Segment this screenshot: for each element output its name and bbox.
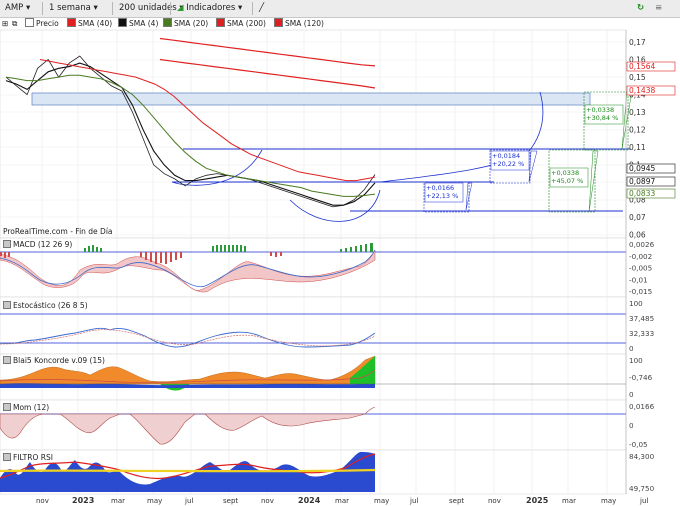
price-tag: 0,1564 — [629, 62, 655, 71]
panel-axis-label: 0,0166 — [629, 402, 655, 411]
annotation-text: +22,13 % — [426, 192, 458, 200]
annotation-text: +0,0184 — [492, 152, 520, 160]
panel-axis-label: 37,485 — [629, 314, 654, 323]
panel-axis-label: -0,015 — [629, 287, 652, 296]
legend-item-sma200[interactable]: SMA (200) — [216, 18, 266, 29]
price-axis-label: 0,11 — [629, 143, 646, 152]
panel-axis-label: 84,300 — [629, 452, 655, 461]
price-axis-label: 0,06 — [629, 231, 646, 240]
menu-icon[interactable]: ≡ — [652, 2, 665, 15]
price-tag: 0,1438 — [629, 86, 655, 95]
watermark: ProRealTime.com - Fin de Día — [3, 227, 113, 236]
draw-tool-icon: ╱ — [259, 3, 265, 13]
legend-lock-icon[interactable]: ⧉ — [12, 18, 17, 29]
refresh-icon[interactable]: ↻ — [634, 2, 647, 15]
price-axis-label: 0,12 — [629, 126, 646, 135]
time-axis-label: nov — [261, 497, 274, 505]
time-axis-label: 2023 — [72, 496, 94, 505]
time-axis-label: nov — [36, 497, 49, 505]
draw-tool-button[interactable]: ╱ — [256, 2, 267, 15]
period-selector[interactable]: 1 semana ▾ — [46, 2, 101, 15]
panel-title-momentum[interactable]: Mom (12) — [3, 403, 49, 413]
symbol-selector[interactable]: AMP ▾ — [2, 2, 33, 15]
time-axis-label: sept — [449, 497, 464, 505]
annotation-text: +20,22 % — [492, 160, 524, 168]
legend-item-sma20[interactable]: SMA (20) — [163, 18, 208, 29]
panel-axis-label: 100 — [629, 356, 643, 365]
legend-item-price[interactable]: Precio — [25, 18, 59, 29]
price-axis-label: 0,15 — [629, 73, 646, 82]
indicators-label: Indicadores — [186, 3, 236, 13]
time-axis-label: may — [147, 497, 162, 505]
panel-axis-label: -0,01 — [629, 275, 648, 284]
price-axis-label: 0,07 — [629, 213, 646, 222]
time-axis-label: may — [601, 497, 616, 505]
time-axis-label: jul — [184, 497, 193, 505]
panel-axis-label: 0 — [629, 344, 634, 353]
legend-item-sma40[interactable]: SMA (40) — [67, 18, 112, 29]
panel-axis-label: -0,05 — [629, 440, 648, 449]
panel-title-rsi-filter[interactable]: FILTRO RSI — [3, 453, 53, 463]
annotation-text: +0,0166 — [426, 184, 454, 192]
time-axis-label: jul — [639, 497, 648, 505]
time-axis-label: mar — [111, 497, 125, 505]
price-tag: 0,0945 — [629, 164, 655, 173]
time-axis-label: mar — [335, 497, 349, 505]
indicators-icon: ◢ — [177, 3, 184, 13]
panel-title-koncorde[interactable]: Blai5 Koncorde v.09 (15) — [3, 356, 105, 366]
panel-axis-label: 0,0026 — [629, 240, 655, 249]
price-tag: 0,0833 — [629, 189, 655, 198]
time-axis-label: may — [374, 497, 389, 505]
legend-item-sma4[interactable]: SMA (4) — [118, 18, 158, 29]
price-axis-label: 0,13 — [629, 108, 646, 117]
legend-toggle-icon[interactable]: ⊞ — [2, 18, 8, 29]
toolbar: AMP ▾ 1 semana ▾ 200 unidades ▾ ◢ Indica… — [0, 0, 680, 18]
symbol-label: AMP — [5, 3, 24, 13]
panel-title-stochastic[interactable]: Estocástico (26 8 5) — [3, 301, 88, 311]
panel-title-macd[interactable]: MACD (12 26 9) — [3, 240, 72, 250]
panel-axis-label: 0 — [629, 421, 634, 430]
indicator-legend: ⊞ ⧉ Precio SMA (40) SMA (4) SMA (20) SMA… — [0, 17, 680, 30]
panel-axis-label: 49,750 — [629, 484, 655, 493]
indicators-button[interactable]: ◢ Indicadores ▾ — [174, 2, 245, 15]
panel-axis-label: 0 — [629, 390, 634, 399]
price-tag: 0,0897 — [629, 177, 655, 186]
time-axis-label: 2024 — [298, 496, 321, 505]
legend-item-sma120[interactable]: SMA (120) — [274, 18, 324, 29]
panel-axis-label: -0,746 — [629, 373, 653, 382]
annotation-text: +0,0338 — [586, 106, 614, 114]
annotation-text: +0,0338 — [551, 169, 579, 177]
time-axis-label: 2025 — [526, 496, 549, 505]
time-axis-label: nov — [488, 497, 501, 505]
panel-axis-label: 32,333 — [629, 329, 654, 338]
annotation-text: +45,07 % — [551, 177, 583, 185]
time-axis-label: mar — [562, 497, 576, 505]
resistance-zone[interactable] — [31, 92, 591, 106]
chart-area[interactable]: +0,0166+22,13 %+0,0184+20,22 %+0,0338+45… — [0, 0, 680, 506]
panel-axis-label: 100 — [629, 299, 643, 308]
time-axis-label: sept — [223, 497, 238, 505]
price-axis-label: 0,17 — [629, 38, 646, 47]
annotation-text: +30,84 % — [586, 114, 618, 122]
units-label: 200 unidades — [119, 3, 177, 13]
period-label: 1 semana — [49, 3, 91, 13]
time-axis-label: jul — [409, 497, 418, 505]
panel-axis-label: -0,002 — [629, 252, 652, 261]
panel-axis-label: -0,005 — [629, 264, 652, 273]
